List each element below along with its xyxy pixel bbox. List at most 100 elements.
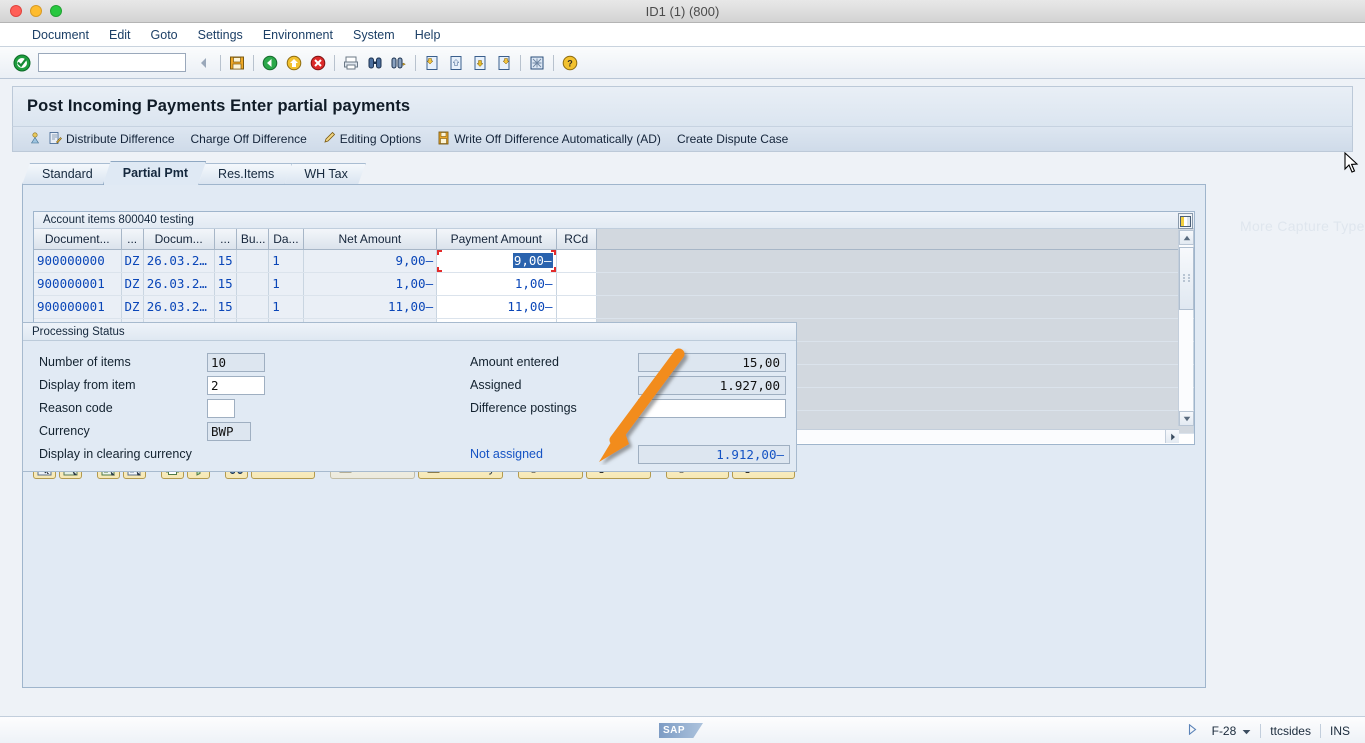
cell-type[interactable]: DZ — [121, 272, 144, 296]
cell-filler — [596, 272, 1195, 296]
cell-rcd[interactable] — [556, 295, 597, 319]
focus-corner-bl — [437, 266, 443, 271]
print-icon[interactable] — [340, 52, 362, 74]
table-row[interactable]: 900000001 DZ 26.03.2… 15 1 11,00– 11,00– — [34, 295, 1195, 319]
col-header-rcd[interactable]: RCd — [556, 229, 597, 250]
toolbar-separator — [415, 54, 416, 71]
not-assigned-label[interactable]: Not assigned — [470, 447, 543, 461]
number-of-items-field[interactable]: 10 — [207, 353, 265, 372]
charge-off-difference-button[interactable]: Charge Off Difference — [184, 129, 314, 149]
menu-item-environment[interactable]: Environment — [253, 26, 343, 44]
first-page-icon[interactable] — [421, 52, 443, 74]
cell-payment-amount-focused[interactable]: 9,00– — [436, 249, 557, 273]
display-from-item-field[interactable]: 2 — [207, 376, 265, 395]
cell-document-date[interactable]: 26.03.2… — [143, 249, 215, 273]
difference-postings-field[interactable] — [638, 399, 786, 418]
table-row[interactable]: 900000001 DZ 26.03.2… 15 1 1,00– 1,00– — [34, 272, 1195, 296]
not-assigned-field[interactable]: 1.912,00– — [638, 445, 790, 464]
transaction-code-selector[interactable]: F-28 — [1203, 724, 1261, 738]
cell-rcd[interactable] — [556, 272, 597, 296]
cell-type[interactable]: DZ — [121, 249, 144, 273]
menu-item-help[interactable]: Help — [405, 26, 451, 44]
find-next-icon[interactable] — [388, 52, 410, 74]
find-icon[interactable] — [364, 52, 386, 74]
cell-document-date[interactable]: 26.03.2… — [143, 295, 215, 319]
chevron-down-icon[interactable] — [1242, 724, 1251, 738]
insert-mode-label[interactable]: INS — [1319, 723, 1359, 738]
table-settings-icon[interactable] — [1178, 213, 1193, 229]
cell-da[interactable]: 1 — [268, 272, 304, 296]
menu-item-edit[interactable]: Edit — [99, 26, 141, 44]
menu-item-goto[interactable]: Goto — [141, 26, 188, 44]
create-dispute-case-button[interactable]: Create Dispute Case — [670, 129, 795, 149]
cell-document[interactable]: 900000001 — [34, 295, 122, 319]
previous-page-icon[interactable] — [445, 52, 467, 74]
distribute-difference-button[interactable]: Distribute Difference — [23, 128, 182, 151]
window-title: ID1 (1) (800) — [645, 3, 720, 19]
command-field[interactable] — [38, 53, 186, 72]
col-header-document[interactable]: Document... — [34, 229, 122, 250]
menu-item-document[interactable]: Document — [22, 26, 99, 44]
enter-ok-icon[interactable] — [12, 53, 32, 73]
scroll-up-button[interactable] — [1179, 230, 1194, 245]
write-off-difference-button[interactable]: Write Off Difference Automatically (AD) — [430, 128, 668, 151]
cell-net-amount[interactable]: 11,00– — [303, 295, 438, 319]
cell-bu[interactable] — [236, 295, 270, 319]
cell-net-amount[interactable]: 9,00– — [303, 249, 438, 273]
scroll-right-button[interactable] — [1165, 430, 1179, 443]
cell-payment-amount[interactable]: 1,00– — [436, 272, 557, 296]
difference-postings-label: Difference postings — [470, 401, 577, 415]
next-page-icon[interactable] — [469, 52, 491, 74]
menu-item-system[interactable]: System — [343, 26, 405, 44]
editing-options-button[interactable]: Editing Options — [316, 128, 428, 150]
tab-partial-pmt[interactable]: Partial Pmt — [103, 161, 206, 185]
cell-net-amount[interactable]: 1,00– — [303, 272, 438, 296]
back-arrow-icon[interactable] — [193, 52, 215, 74]
status-expand-icon[interactable] — [1188, 723, 1197, 738]
scroll-thumb[interactable] — [1179, 247, 1194, 310]
exit-yellow-icon[interactable] — [283, 52, 305, 74]
cell-payment-amount[interactable]: 11,00– — [436, 295, 557, 319]
save-icon[interactable] — [226, 52, 248, 74]
back-green-icon[interactable] — [259, 52, 281, 74]
account-items-caption: Account items 800040 testing — [34, 212, 1194, 229]
assigned-field[interactable]: 1.927,00 — [638, 376, 786, 395]
scroll-down-button[interactable] — [1179, 411, 1194, 426]
cell-code[interactable]: 15 — [214, 249, 237, 273]
col-header-type[interactable]: ... — [121, 229, 144, 250]
new-session-icon[interactable] — [526, 52, 548, 74]
cell-da[interactable]: 1 — [268, 249, 304, 273]
currency-label: Currency — [39, 424, 90, 438]
col-header-da[interactable]: Da... — [268, 229, 304, 250]
col-header-document-date[interactable]: Docum... — [143, 229, 215, 250]
currency-field[interactable]: BWP — [207, 422, 251, 441]
table-row[interactable]: 900000000 DZ 26.03.2… 15 1 9,00– 9,00– — [34, 249, 1195, 273]
tab-standard[interactable]: Standard — [22, 163, 111, 185]
tab-res-items[interactable]: Res.Items — [198, 163, 292, 185]
col-header-net-amount[interactable]: Net Amount — [303, 229, 438, 250]
col-header-payment-amount[interactable]: Payment Amount — [436, 229, 557, 250]
cell-type[interactable]: DZ — [121, 295, 144, 319]
cell-document-date[interactable]: 26.03.2… — [143, 272, 215, 296]
sap-gui-window: ID1 (1) (800) Document Edit Goto Setting… — [0, 0, 1365, 743]
cell-rcd[interactable] — [556, 249, 597, 273]
table-vertical-scrollbar[interactable] — [1178, 230, 1194, 426]
cell-da[interactable]: 1 — [268, 295, 304, 319]
cancel-red-icon[interactable] — [307, 52, 329, 74]
amount-entered-field[interactable]: 15,00 — [638, 353, 786, 372]
screen-header: Post Incoming Payments Enter partial pay… — [12, 86, 1353, 126]
cell-document[interactable]: 900000000 — [34, 249, 122, 273]
cell-bu[interactable] — [236, 272, 270, 296]
col-header-code[interactable]: ... — [214, 229, 237, 250]
cell-bu[interactable] — [236, 249, 270, 273]
menu-item-settings[interactable]: Settings — [188, 26, 253, 44]
col-header-bu[interactable]: Bu... — [236, 229, 270, 250]
application-toolbar: Distribute Difference Charge Off Differe… — [12, 126, 1353, 152]
cell-document[interactable]: 900000001 — [34, 272, 122, 296]
cell-code[interactable]: 15 — [214, 295, 237, 319]
help-icon[interactable]: ? — [559, 52, 581, 74]
cell-code[interactable]: 15 — [214, 272, 237, 296]
tab-wh-tax[interactable]: WH Tax — [284, 163, 366, 185]
last-page-icon[interactable] — [493, 52, 515, 74]
reason-code-field[interactable] — [207, 399, 235, 418]
